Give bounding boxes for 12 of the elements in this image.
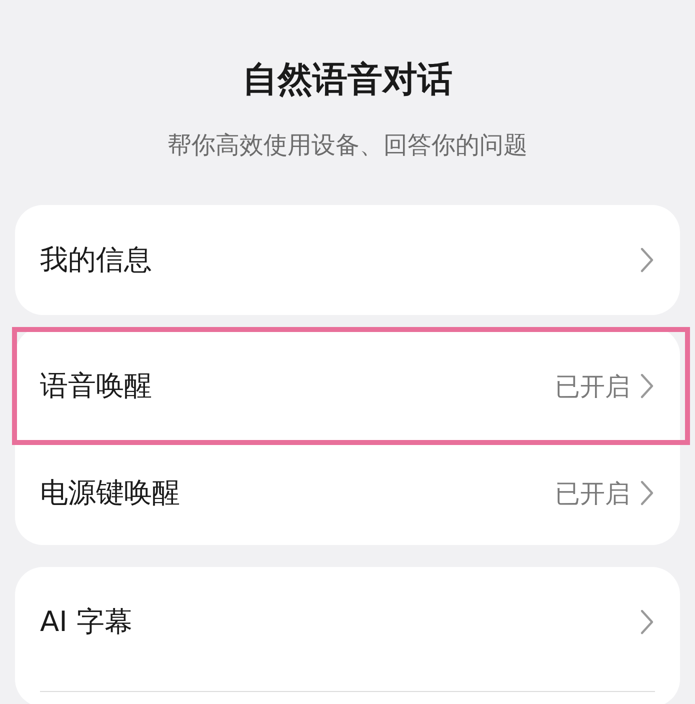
chevron-right-icon[interactable] (640, 373, 654, 399)
setting-status: 已开启 (555, 370, 630, 402)
page-title: 自然语音对话 (242, 59, 452, 102)
chevron-right-icon[interactable] (640, 247, 654, 273)
chevron-right-icon[interactable] (640, 609, 654, 635)
setting-label[interactable]: AI 字幕 (40, 603, 640, 641)
setting-label[interactable]: 电源键唤醒 (40, 474, 555, 512)
setting-status: 已开启 (555, 478, 630, 510)
chevron-right-icon[interactable] (640, 480, 654, 506)
setting-label[interactable]: 语音唤醒 (40, 367, 555, 405)
page-subtitle: 帮你高效使用设备、回答你的问题 (168, 130, 528, 161)
setting-label[interactable]: 我的信息 (40, 241, 640, 279)
